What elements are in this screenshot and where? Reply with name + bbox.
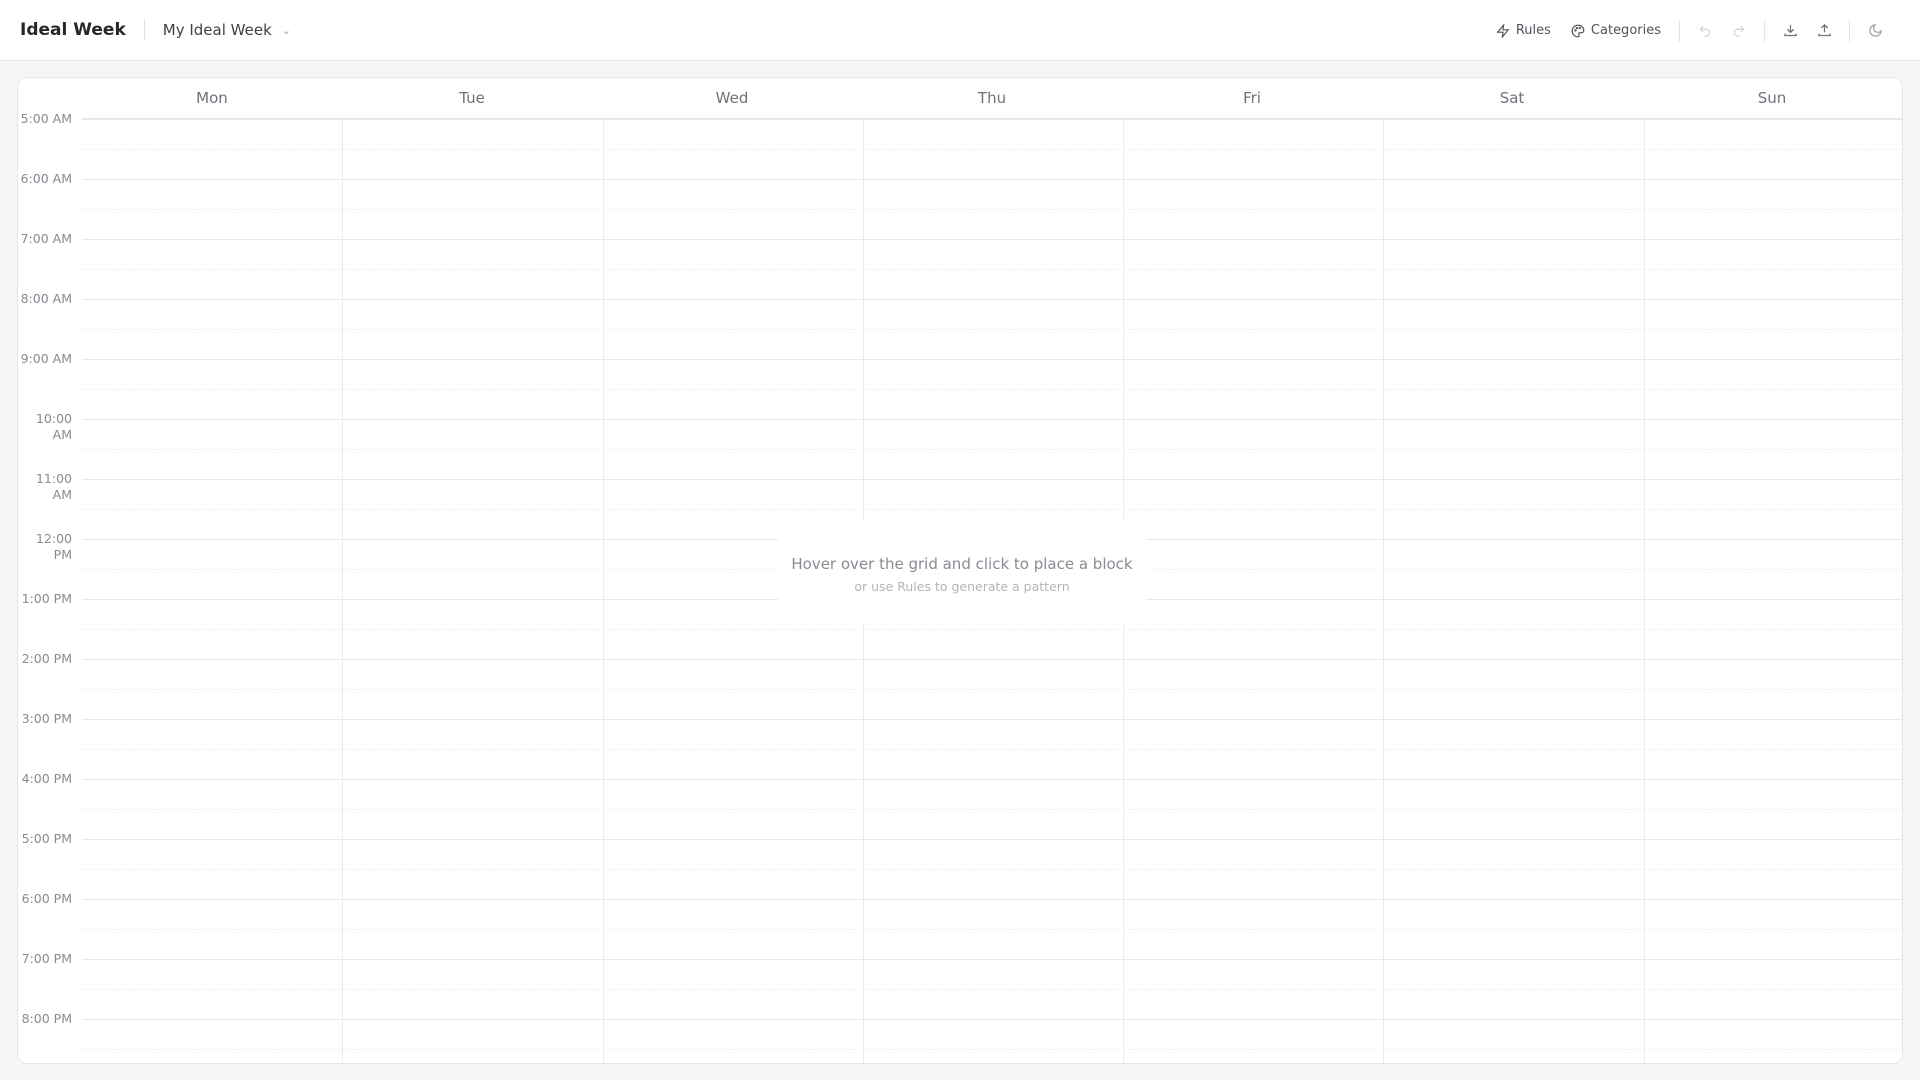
zap-icon [1496, 23, 1510, 38]
week-selector-label: My Ideal Week [162, 21, 272, 39]
chevron-down-icon: ⌄ [281, 23, 291, 37]
half-hour-line [82, 989, 1902, 990]
time-label: 11:00 AM [35, 471, 72, 502]
hour-line [82, 419, 1902, 420]
hour-line [82, 119, 1902, 120]
day-column-divider [1383, 119, 1385, 1063]
hour-line [82, 779, 1902, 780]
rules-button[interactable]: Rules [1486, 17, 1561, 44]
time-label: 7:00 PM [21, 951, 72, 966]
time-label: 5:00 AM [20, 111, 72, 126]
upload-button[interactable] [1807, 23, 1841, 38]
week-selector[interactable]: My Ideal Week ⌄ [163, 21, 291, 39]
day-header-row: Mon Tue Wed Thu Fri Sat Sun [82, 78, 1902, 119]
day-column-divider [1643, 119, 1645, 1063]
app-title: Ideal Week [20, 20, 126, 40]
time-label: 1:00 PM [21, 591, 72, 606]
half-hour-line [82, 209, 1902, 210]
time-label: 8:00 AM [20, 291, 72, 306]
divider [1849, 19, 1850, 42]
half-hour-line [82, 929, 1902, 930]
half-hour-line [82, 629, 1902, 630]
divider [1679, 19, 1680, 42]
day-header-sat: Sat [1499, 89, 1525, 107]
time-label: 6:00 AM [20, 171, 72, 186]
app-header: Ideal Week My Ideal Week ⌄ Rules Categor… [0, 0, 1920, 61]
time-label: 2:00 PM [21, 651, 72, 666]
half-hour-line [82, 269, 1902, 270]
time-label: 7:00 AM [20, 231, 72, 246]
time-label: 8:00 PM [21, 1011, 72, 1026]
day-column-divider [342, 119, 344, 1063]
moon-icon [1868, 24, 1882, 37]
day-header-wed: Wed [715, 89, 749, 107]
empty-state-subtitle: or use Rules to generate a pattern [854, 579, 1070, 594]
day-header-thu: Thu [977, 89, 1007, 107]
hour-line [82, 719, 1902, 720]
day-header-sun: Sun [1757, 89, 1787, 107]
day-header-fri: Fri [1243, 89, 1261, 107]
upload-icon [1817, 23, 1831, 37]
half-hour-line [82, 1049, 1902, 1050]
hour-line [82, 299, 1902, 300]
hour-line [82, 179, 1902, 180]
theme-toggle-button[interactable] [1858, 23, 1892, 38]
half-hour-line [82, 809, 1902, 810]
time-label: 12:00 PM [35, 531, 72, 562]
download-button[interactable] [1773, 23, 1807, 38]
hour-line [82, 479, 1902, 480]
hour-line [82, 359, 1902, 360]
redo-icon [1733, 25, 1745, 37]
categories-label: Categories [1590, 23, 1661, 38]
divider [143, 19, 145, 41]
half-hour-line [82, 869, 1902, 870]
half-hour-line [82, 449, 1902, 450]
palette-icon [1571, 24, 1585, 37]
time-label: 10:00 AM [35, 411, 72, 442]
half-hour-line [82, 329, 1902, 330]
time-label: 9:00 AM [20, 351, 72, 366]
week-calendar: Mon Tue Wed Thu Fri Sat Sun 5:00 AM 6:00 AM 7:00… [17, 77, 1903, 1064]
empty-state-title: Hover over the grid and click to place a… [791, 555, 1133, 573]
half-hour-line [82, 149, 1902, 150]
redo-button[interactable] [1722, 24, 1756, 38]
hour-line [82, 659, 1902, 660]
hour-line [82, 1019, 1902, 1020]
categories-button[interactable]: Categories [1561, 17, 1671, 44]
hour-line [82, 239, 1902, 240]
time-label: 4:00 PM [21, 771, 72, 786]
rules-label: Rules [1515, 23, 1551, 38]
day-column-divider [602, 119, 604, 1063]
half-hour-line [82, 749, 1902, 750]
hour-line [82, 839, 1902, 840]
day-header-mon: Mon [196, 89, 228, 107]
hour-line [82, 899, 1902, 900]
half-hour-line [82, 389, 1902, 390]
time-label: 6:00 PM [21, 891, 72, 906]
empty-state: Hover over the grid and click to place a… [778, 521, 1146, 623]
download-icon [1783, 24, 1797, 37]
half-hour-line [82, 509, 1902, 510]
time-label: 5:00 PM [21, 831, 72, 846]
hour-line [82, 959, 1902, 960]
time-label: 3:00 PM [21, 711, 72, 726]
undo-icon [1699, 25, 1711, 37]
half-hour-line [82, 689, 1902, 690]
day-header-tue: Tue [459, 89, 485, 107]
undo-button[interactable] [1688, 24, 1722, 38]
divider [1764, 19, 1765, 42]
